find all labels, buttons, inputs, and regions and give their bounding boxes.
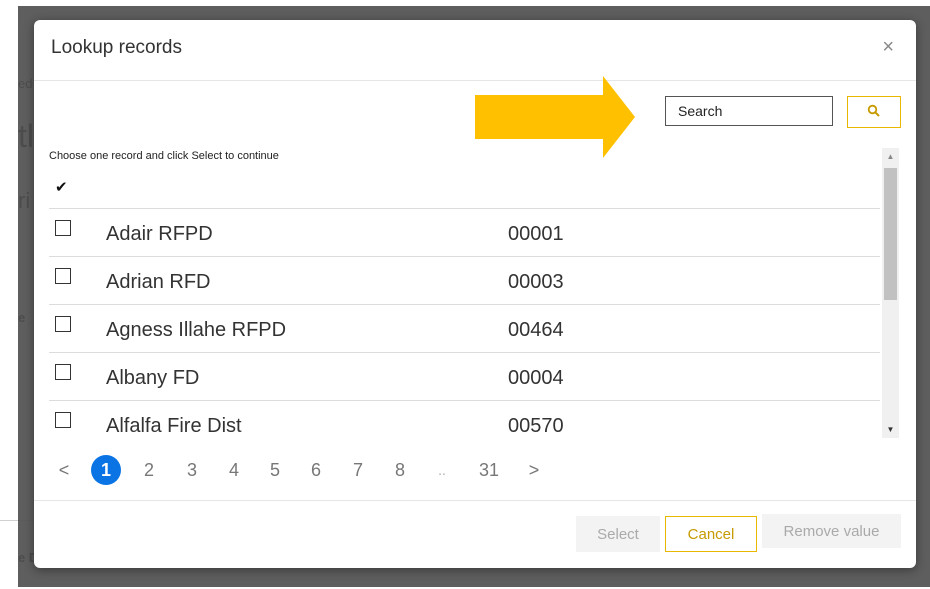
row-checkbox[interactable]	[55, 316, 71, 332]
record-name: Albany FD	[106, 367, 200, 389]
page-button[interactable]: 4	[224, 455, 244, 485]
page-button-last[interactable]: 31	[474, 455, 504, 485]
row-checkbox[interactable]	[55, 268, 71, 284]
dialog-footer-divider	[34, 500, 916, 501]
cancel-button[interactable]: Cancel	[665, 516, 757, 552]
table-row[interactable]: Alfalfa Fire Dist 00570	[49, 400, 880, 448]
row-checkbox[interactable]	[55, 220, 71, 236]
select-button[interactable]: Select	[576, 516, 660, 552]
record-name: Adrian RFD	[106, 271, 211, 293]
search-button[interactable]	[847, 96, 901, 128]
page-button[interactable]: 8	[390, 455, 410, 485]
page-ellipsis: ..	[438, 462, 446, 478]
row-checkbox[interactable]	[55, 412, 71, 428]
page-next-button[interactable]: >	[524, 455, 544, 485]
dialog-header: Lookup records ×	[34, 20, 916, 81]
search-icon	[867, 104, 880, 117]
record-name: Alfalfa Fire Dist	[106, 415, 242, 437]
instructions-text: Choose one record and click Select to co…	[49, 150, 279, 162]
page-button[interactable]: 6	[306, 455, 326, 485]
scroll-thumb[interactable]	[884, 168, 897, 300]
scroll-up-icon[interactable]: ▲	[882, 148, 899, 165]
page-button-current[interactable]: 1	[91, 455, 121, 485]
table-row[interactable]: Adrian RFD 00003	[49, 256, 880, 304]
page-button[interactable]: 2	[139, 455, 159, 485]
page-button[interactable]: 5	[265, 455, 285, 485]
record-name: Adair RFPD	[106, 223, 213, 245]
record-code: 00464	[508, 319, 564, 341]
search-input[interactable]	[665, 96, 833, 126]
page-button[interactable]: 3	[182, 455, 202, 485]
annotation-arrow-icon	[475, 76, 635, 158]
table-row[interactable]: Albany FD 00004	[49, 352, 880, 400]
lookup-records-dialog: Lookup records × Choose one record and c…	[34, 20, 916, 568]
record-name: Agness Illahe RFPD	[106, 319, 287, 341]
table-row[interactable]: Adair RFPD 00001	[49, 208, 880, 256]
record-code: 00570	[508, 415, 564, 437]
page-button[interactable]: 7	[348, 455, 368, 485]
records-table: Adair RFPD 00001 Adrian RFD 00003 Agness…	[49, 208, 880, 448]
record-code: 00001	[508, 223, 564, 245]
record-code: 00003	[508, 271, 564, 293]
row-checkbox[interactable]	[55, 364, 71, 380]
remove-value-button[interactable]: Remove value	[762, 514, 901, 548]
dialog-title: Lookup records	[51, 37, 182, 58]
page-prev-button[interactable]: <	[54, 455, 74, 485]
close-button[interactable]: ×	[882, 37, 894, 57]
select-all-checkmark-icon[interactable]: ✔	[55, 178, 68, 196]
scroll-down-icon[interactable]: ▼	[882, 421, 899, 438]
record-code: 00004	[508, 367, 564, 389]
table-scrollbar[interactable]: ▲ ▼	[882, 148, 899, 438]
table-row[interactable]: Agness Illahe RFPD 00464	[49, 304, 880, 352]
